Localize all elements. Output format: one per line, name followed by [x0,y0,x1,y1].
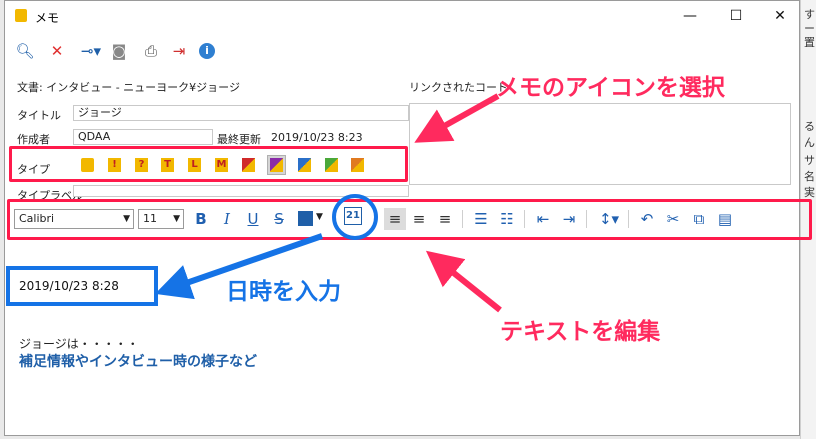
insert-date-callout: 日時を入力 [226,279,341,305]
annotation-arrows [154,93,502,313]
select-icon-arrow [414,93,500,143]
select-icon-callout: メモのアイコンを選択 [496,75,725,101]
edit-text-callout: テキストを編集 [500,319,661,345]
edit-text-arrow [425,250,502,313]
